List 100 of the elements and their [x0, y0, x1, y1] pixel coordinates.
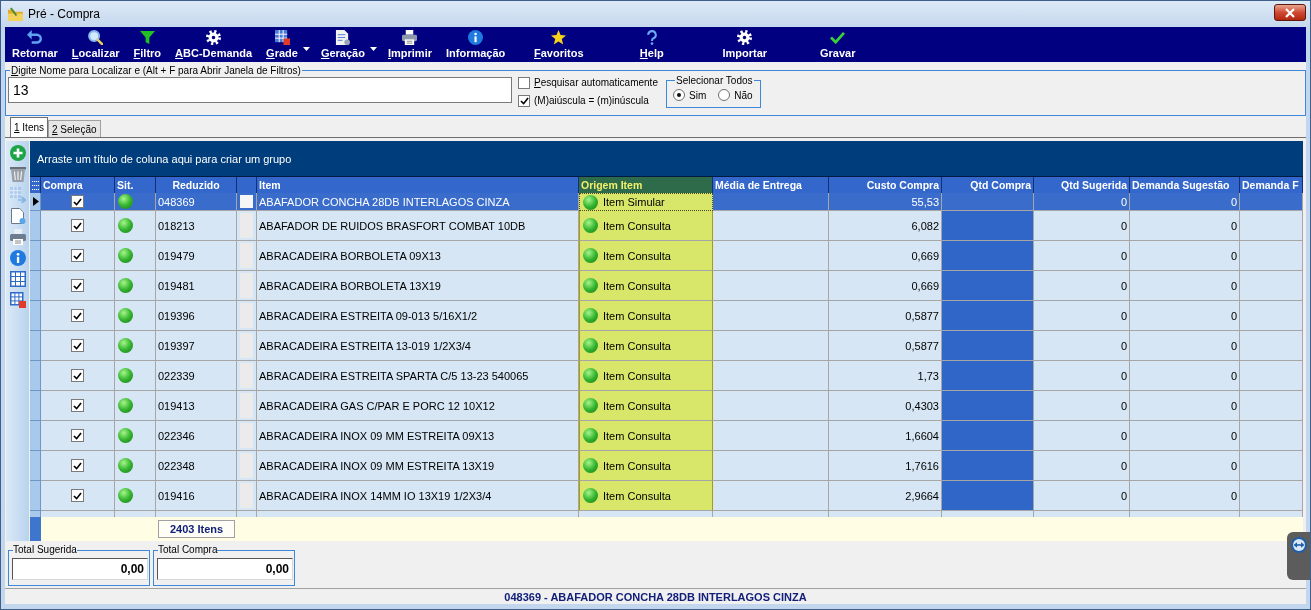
checkbox[interactable]: [71, 399, 84, 412]
checkbox[interactable]: [71, 249, 84, 262]
cell-text: Item Consulta: [603, 429, 671, 442]
row-header[interactable]: [30, 193, 41, 211]
grip-icon: [31, 180, 39, 190]
checkbox-label[interactable]: (M)aiúscula = (m)inúscula: [534, 95, 649, 106]
checkbox[interactable]: [71, 219, 84, 232]
checkbox[interactable]: [71, 279, 84, 292]
total-field[interactable]: 0,00: [12, 558, 148, 580]
status-text: 048369 - ABAFADOR CONCHA 28DB INTERLAGOS CINZA: [504, 590, 807, 603]
printer-icon: [402, 30, 418, 45]
editable-cell[interactable]: [942, 211, 1034, 241]
item-count: 2403 Itens: [158, 520, 235, 538]
status-dot-icon: [118, 458, 133, 473]
tab[interactable]: 2 Seleção: [48, 120, 101, 137]
cell-text: Item Consulta: [603, 249, 671, 262]
caret-icon[interactable]: [302, 47, 310, 51]
tab[interactable]: 1 Itens: [10, 117, 49, 137]
status-dot-icon: [583, 194, 598, 210]
group-title: Selecionar Todos: [675, 74, 754, 87]
status-dot-icon: [118, 488, 133, 503]
add-icon[interactable]: [9, 145, 26, 161]
gear-icon: [737, 30, 753, 45]
gear-icon: [206, 30, 222, 45]
checkbox[interactable]: [518, 94, 530, 107]
toolbar-button[interactable]: Filtro: [126, 27, 169, 62]
status-dot-icon: [118, 368, 133, 383]
table-row[interactable]: 019416 ABRACADEIRA INOX 14MM IO 13X19 1/2X3/4 Item Consulta 2,9664 0 0: [30, 481, 1303, 511]
status-dot-icon: [583, 338, 598, 353]
checkbox[interactable]: [71, 369, 84, 382]
toolbar-button[interactable]: Grade: [259, 27, 305, 62]
table-row[interactable]: 022346 ABRACADEIRA INOX 09 MM ESTREITA 09X13 Item Consulta 1,6604 0 0: [30, 421, 1303, 451]
editable-cell[interactable]: [942, 301, 1034, 331]
cell-text: Item Consulta: [603, 489, 671, 502]
checkbox[interactable]: [71, 309, 84, 322]
radio-button[interactable]: [673, 89, 685, 101]
checkbox[interactable]: [71, 459, 84, 472]
close-button[interactable]: [1274, 4, 1306, 21]
total-field[interactable]: 0,00: [157, 558, 293, 580]
status-dot-icon: [118, 194, 133, 209]
toolbar-button[interactable]: Localizar: [64, 27, 127, 62]
table-cell: 019416: [156, 481, 237, 511]
table-row[interactable]: 019397 ABRACADEIRA ESTREITA 13-019 1/2X3/4 Item Consulta 0,5877 0 0: [30, 331, 1303, 361]
checkbox[interactable]: [71, 429, 84, 442]
toolbar-button[interactable]: Informação: [439, 27, 513, 62]
side-tab[interactable]: [1287, 532, 1310, 580]
table-row[interactable]: 019479 ABRACADEIRA BORBOLETA 09X13 Item Consulta 0,669 0 0: [30, 241, 1303, 271]
checkbox-label[interactable]: Pesquisar automaticamente: [534, 77, 658, 88]
document-icon[interactable]: [9, 208, 26, 224]
table-row[interactable]: 018213 ABAFADOR DE RUIDOS BRASFORT COMBAT 10DB Item Consulta 6,082 0 0: [30, 211, 1303, 241]
table-row[interactable]: 048369 ABAFADOR CONCHA 28DB INTERLAGOS CINZA Item Simular 55,53 0 0: [30, 193, 1303, 211]
printer-icon[interactable]: [9, 229, 26, 245]
table-row[interactable]: 022339 ABRACADEIRA ESTREITA SPARTA C/5 13-23 540065 Item Consulta 1,73 0 0: [30, 361, 1303, 391]
checkbox[interactable]: [71, 489, 84, 502]
checkbox[interactable]: [71, 195, 84, 208]
table-row[interactable]: 019396 ABRACADEIRA ESTREITA 09-013 5/16X1/2 Item Consulta 0,5877 0 0: [30, 301, 1303, 331]
editable-cell[interactable]: [942, 391, 1034, 421]
table-row[interactable]: 019413 ABRACADEIRA GAS C/PAR E PORC 12 10X12 Item Consulta 0,4303 0 0: [30, 391, 1303, 421]
table-icon[interactable]: [9, 271, 26, 287]
caret-icon[interactable]: [369, 47, 377, 51]
search-field[interactable]: 13: [8, 77, 512, 103]
editable-cell[interactable]: [942, 331, 1034, 361]
toolbar-button[interactable]: Geração: [313, 27, 372, 62]
checkbox[interactable]: [518, 76, 530, 89]
document-icon: [335, 30, 351, 45]
hint-text: Arraste um título de coluna aqui para criar um grupo: [37, 152, 292, 165]
radio-button[interactable]: [718, 89, 731, 101]
trash-icon[interactable]: [9, 166, 26, 182]
toolbar-button[interactable]: Imprimir: [380, 27, 439, 62]
toolbar-button[interactable]: Importar: [698, 27, 792, 62]
column-header[interactable]: Origem Item: [579, 177, 713, 193]
editable-cell[interactable]: [942, 451, 1034, 481]
close-icon: [1285, 7, 1295, 18]
toolbar-button[interactable]: Gravar: [791, 27, 885, 62]
table-row[interactable]: 022348 ABRACADEIRA INOX 09 MM ESTREITA 13X19 Item Consulta 1,7616 0 0: [30, 451, 1303, 481]
editable-cell[interactable]: [942, 241, 1034, 271]
status-dot-icon: [583, 488, 598, 503]
radio-label[interactable]: Sim: [689, 89, 707, 101]
status-dot-icon: [583, 368, 598, 383]
status-dot-icon: [583, 248, 598, 263]
editable-cell[interactable]: [942, 361, 1034, 391]
status-dot-icon: [583, 278, 598, 293]
editable-cell[interactable]: [942, 271, 1034, 301]
question-mark-icon: [646, 30, 657, 45]
status-dot-icon: [118, 218, 133, 233]
status-dot-icon: [118, 398, 133, 413]
toolbar-button[interactable]: Help: [605, 27, 699, 62]
info-icon[interactable]: [9, 250, 26, 266]
table-remove-icon[interactable]: [9, 292, 26, 308]
toolbar-button[interactable]: Retornar: [5, 27, 65, 62]
table-row[interactable]: 019481 ABRACADEIRA BORBOLETA 13X19 Item Consulta 0,669 0 0: [30, 271, 1303, 301]
search-icon: [88, 30, 104, 45]
toolbar-button[interactable]: Favoritos: [512, 27, 606, 62]
checkbox[interactable]: [71, 339, 84, 352]
radio-label[interactable]: Não: [734, 89, 753, 101]
cell-text: Item Simular: [603, 196, 665, 208]
cell-text: Item Consulta: [603, 459, 671, 472]
toolbar-button[interactable]: ABC-Demanda: [168, 27, 260, 62]
editable-cell[interactable]: [942, 481, 1034, 511]
editable-cell[interactable]: [942, 421, 1034, 451]
